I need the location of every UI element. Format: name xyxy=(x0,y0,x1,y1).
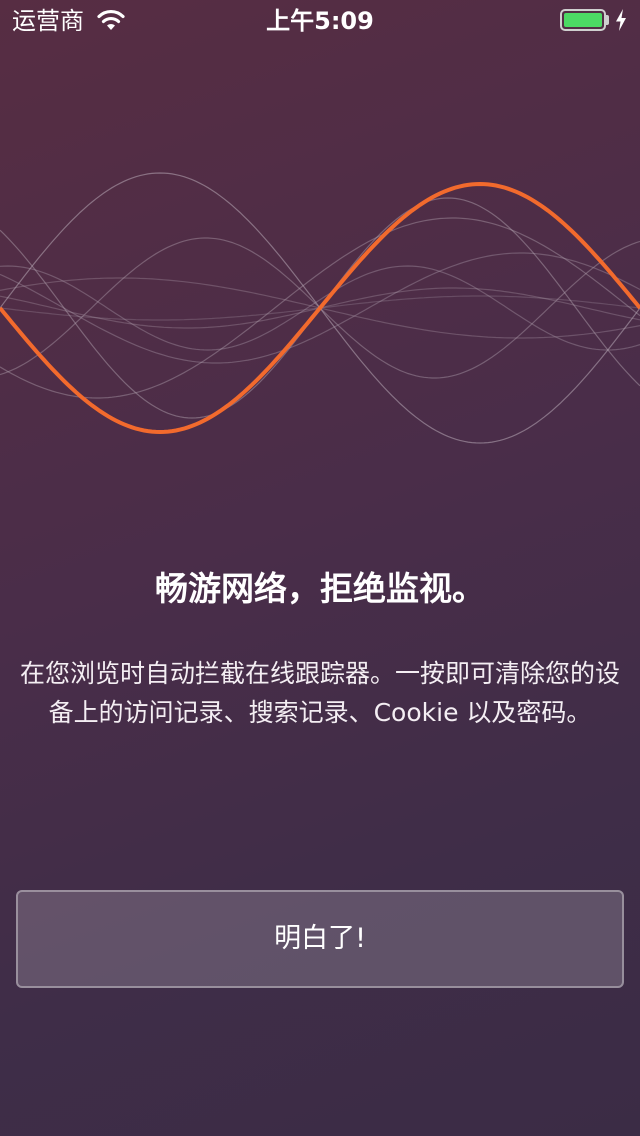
got-it-button[interactable]: 明白了! xyxy=(16,890,624,988)
accent-wave-line xyxy=(0,181,640,435)
status-time: 上午5:09 xyxy=(266,7,374,35)
sound-wave-illustration xyxy=(0,172,640,444)
charging-bolt-icon xyxy=(616,9,626,31)
battery-level-fill xyxy=(564,13,602,27)
battery-icon xyxy=(560,9,606,31)
battery-cap xyxy=(606,15,609,25)
description-text: 在您浏览时自动拦截在线跟踪器。一按即可清除您的设备上的访问记录、搜索记录、Coo… xyxy=(19,659,620,727)
page-title: 畅游网络，拒绝监视。 xyxy=(155,569,485,608)
status-bar: 运营商 上午5:09 xyxy=(0,0,640,40)
